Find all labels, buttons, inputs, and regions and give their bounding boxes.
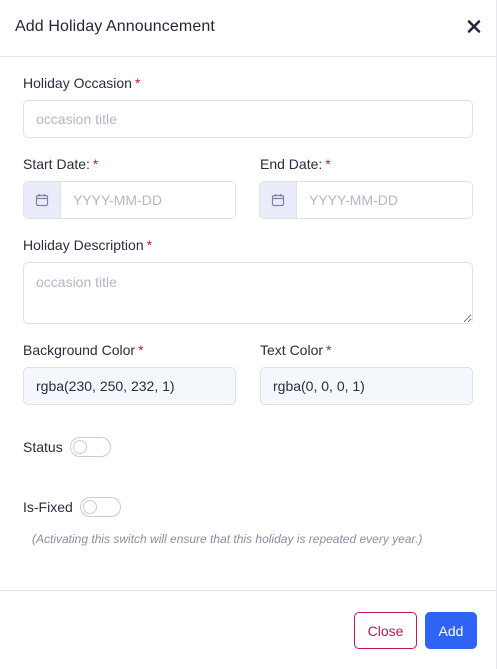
calendar-icon[interactable] [260,182,297,218]
start-date-label-text: Start Date: [23,156,90,172]
modal-footer: Close Add [0,590,497,669]
occasion-label-text: Holiday Occasion [23,75,132,91]
background-color-label: Background Color * [23,342,144,358]
toggle-knob [83,500,97,514]
start-date-label: Start Date: * [23,156,98,172]
toggle-knob [73,440,87,454]
status-label: Status [23,439,63,455]
required-marker: * [92,156,99,172]
close-button[interactable]: Close [354,612,417,649]
is-fixed-hint: (Activating this switch will ensure that… [32,532,423,546]
text-color-label-text: Text Color [260,342,324,358]
description-label-text: Holiday Description [23,237,144,253]
start-date-input[interactable] [61,182,235,218]
background-color-label-text: Background Color [23,342,136,358]
text-color-input[interactable] [260,367,473,405]
text-color-label: Text Color * [260,342,331,358]
calendar-icon[interactable] [24,182,61,218]
start-date-group [23,181,236,219]
add-button[interactable]: Add [425,612,477,649]
end-date-group [259,181,473,219]
modal-title: Add Holiday Announcement [15,18,215,35]
required-marker: * [146,237,153,253]
status-toggle[interactable] [70,437,111,457]
end-date-label: End Date: * [260,156,331,172]
required-marker: * [326,342,332,358]
required-marker: * [325,156,331,172]
is-fixed-toggle[interactable] [80,497,121,517]
occasion-label: Holiday Occasion * [23,75,140,91]
is-fixed-label: Is-Fixed [23,499,73,515]
end-date-label-text: End Date: [260,156,323,172]
modal-header: Add Holiday Announcement [0,0,497,57]
close-icon[interactable] [467,17,481,35]
occasion-input[interactable] [23,100,473,138]
background-color-input[interactable] [23,367,236,405]
end-date-input[interactable] [297,182,472,218]
description-label: Holiday Description * [23,237,152,253]
required-marker: * [138,342,144,358]
required-marker: * [134,75,141,91]
description-textarea[interactable] [23,262,473,324]
add-holiday-modal: Add Holiday Announcement Holiday Occasio… [0,0,497,669]
